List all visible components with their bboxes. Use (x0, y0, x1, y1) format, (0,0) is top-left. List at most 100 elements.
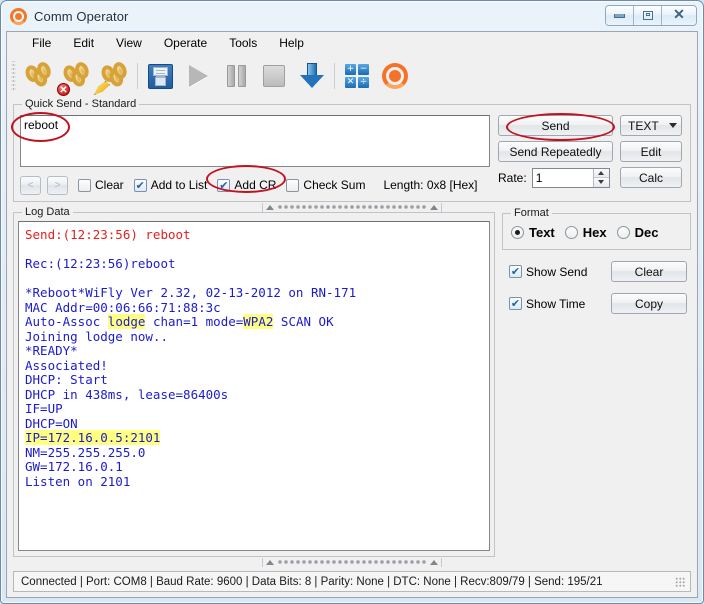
log-highlight: lodge (107, 314, 146, 329)
checkbox-show-time-box[interactable]: ✔ (509, 297, 522, 310)
checkbox-check-sum[interactable]: Check Sum (286, 178, 365, 192)
log-line: IF=UP (25, 401, 485, 417)
connect-chain-icon[interactable] (20, 57, 58, 95)
log-text: GW=172.16.0.1 (25, 459, 123, 474)
log-text: DHCP=ON (25, 415, 78, 431)
menu-item-tools[interactable]: Tools (218, 34, 268, 52)
about-target-logo-icon[interactable] (376, 57, 414, 95)
radio-dec-dot[interactable] (616, 226, 630, 239)
checkbox-show-time[interactable]: ✔ Show Time (509, 297, 585, 311)
checkbox-show-send[interactable]: ✔ Show Send (509, 265, 587, 279)
menu-item-view[interactable]: View (105, 34, 153, 52)
minimize-icon[interactable] (606, 6, 634, 25)
log-highlight: WPA2 (243, 314, 274, 329)
calculator-icon[interactable]: + − ✕ ÷ (338, 57, 376, 95)
send-actions: Send TEXT Send Repeatedly Edit Rate: 1 C… (498, 115, 684, 195)
rate-input[interactable] (532, 168, 593, 187)
next-history-button[interactable]: > (47, 175, 68, 195)
close-icon[interactable]: ✕ (662, 6, 696, 25)
checkbox-add-to-list-box[interactable]: ✔ (133, 178, 147, 192)
splitter-left-arrow-icon[interactable] (266, 204, 274, 210)
log-text: Rec:(12:23:56)reboot (25, 256, 176, 271)
show-time-row: ✔ Show Time Copy (502, 293, 691, 314)
format-select[interactable]: TEXT (620, 115, 682, 136)
resize-grip-icon[interactable] (675, 576, 685, 587)
log-data-title: Log Data (22, 206, 73, 218)
splitter-right-arrow-icon[interactable] (430, 559, 438, 565)
radio-hex[interactable]: Hex (564, 225, 607, 240)
maximize-icon[interactable] (634, 6, 662, 25)
rate-spin-buttons[interactable] (592, 168, 609, 187)
format-panel: Format Text Hex Dec (502, 207, 691, 250)
radio-dec-label: Dec (634, 225, 659, 240)
log-line: DHCP=ON (25, 415, 485, 432)
radio-hex-label: Hex (582, 225, 607, 240)
pause-icon[interactable] (217, 57, 255, 95)
window-title: Comm Operator (34, 8, 129, 24)
menu-item-operate[interactable]: Operate (153, 34, 218, 52)
log-text: DHCP: Start (25, 372, 108, 387)
checkbox-clear-box[interactable] (78, 178, 91, 192)
checkbox-add-cr-box[interactable]: ✔ (217, 178, 231, 192)
send-input[interactable] (20, 115, 490, 167)
format-select-value: TEXT (628, 118, 659, 133)
play-icon[interactable] (179, 57, 217, 95)
radio-hex-dot[interactable] (564, 226, 578, 239)
log-line: Send:(12:23:56) reboot (25, 227, 485, 243)
checkbox-clear[interactable]: Clear (78, 178, 124, 192)
rate-stepper[interactable] (531, 167, 610, 188)
status-text: Connected | Port: COM8 | Baud Rate: 9600… (21, 575, 603, 588)
log-line: GW=172.16.0.1 (25, 459, 485, 475)
send-repeatedly-button[interactable]: Send Repeatedly (498, 141, 613, 162)
clear-log-button[interactable]: Clear (611, 261, 687, 282)
edit-connection-chain-icon[interactable] (94, 57, 134, 95)
splitter-left-arrow-icon[interactable] (266, 559, 274, 565)
send-button[interactable]: Send (498, 115, 613, 136)
splitter-top[interactable] (7, 202, 697, 212)
copy-log-button[interactable]: Copy (611, 293, 687, 314)
log-text: *Reboot*WiFly Ver 2.32, 02-13-2012 on RN… (25, 285, 357, 300)
log-output[interactable]: Send:(12:23:56) reboot Rec:(12:23:56)reb… (18, 221, 490, 551)
menu-item-help[interactable]: Help (268, 34, 315, 52)
target-logo-icon (10, 7, 27, 25)
radio-dec[interactable]: Dec (616, 225, 659, 240)
log-line: IP=172.16.0.5:2101 (25, 430, 485, 446)
quick-send-title: Quick Send - Standard (22, 98, 140, 110)
radio-text[interactable]: Text (511, 225, 555, 240)
menu-item-edit[interactable]: Edit (62, 34, 105, 52)
log-text: IF=UP (25, 401, 63, 416)
checkbox-show-send-box[interactable]: ✔ (509, 265, 522, 278)
checkbox-show-time-label: Show Time (526, 296, 586, 311)
log-text: DHCP in 438ms, lease=86400s (25, 386, 229, 402)
log-highlight: IP=172.16.0.5:2101 (25, 430, 161, 445)
splitter-grip[interactable] (277, 559, 427, 565)
toolbar-grip[interactable] (11, 61, 16, 91)
log-line: *Reboot*WiFly Ver 2.32, 02-13-2012 on RN… (25, 285, 485, 301)
splitter-right-arrow-icon[interactable] (430, 204, 438, 210)
menu-item-file[interactable]: File (21, 34, 62, 52)
stop-icon[interactable] (255, 57, 293, 95)
disconnect-chain-icon[interactable]: ✕ (57, 57, 96, 96)
rate-increment-button[interactable] (593, 168, 609, 178)
edit-button[interactable]: Edit (620, 141, 682, 162)
app-window: Comm Operator ✕ File Edit View Operate T… (0, 0, 704, 604)
calc-button[interactable]: Calc (620, 167, 682, 188)
checkbox-add-cr[interactable]: ✔ Add CR (217, 178, 276, 192)
checkbox-add-to-list[interactable]: ✔ Add to List (133, 178, 207, 192)
checkbox-check-sum-box[interactable] (286, 178, 300, 192)
log-line: NM=255.255.255.0 (25, 445, 485, 461)
download-arrow-icon[interactable] (293, 57, 331, 95)
prev-history-button[interactable]: < (20, 175, 41, 195)
log-line: DHCP in 438ms, lease=86400s (25, 386, 485, 403)
send-options-row: < > Clear ✔ Add to List ✔ Add CR Check S… (20, 175, 490, 195)
window-controls: ✕ (605, 5, 697, 26)
radio-text-dot[interactable] (511, 226, 524, 239)
rate-decrement-button[interactable] (593, 178, 609, 187)
splitter-bottom[interactable] (7, 557, 697, 567)
save-floppy-icon[interactable] (141, 57, 179, 95)
rate-label: Rate: (498, 170, 527, 185)
splitter-grip[interactable] (277, 204, 427, 210)
log-text: Auto-Assoc (25, 314, 108, 329)
